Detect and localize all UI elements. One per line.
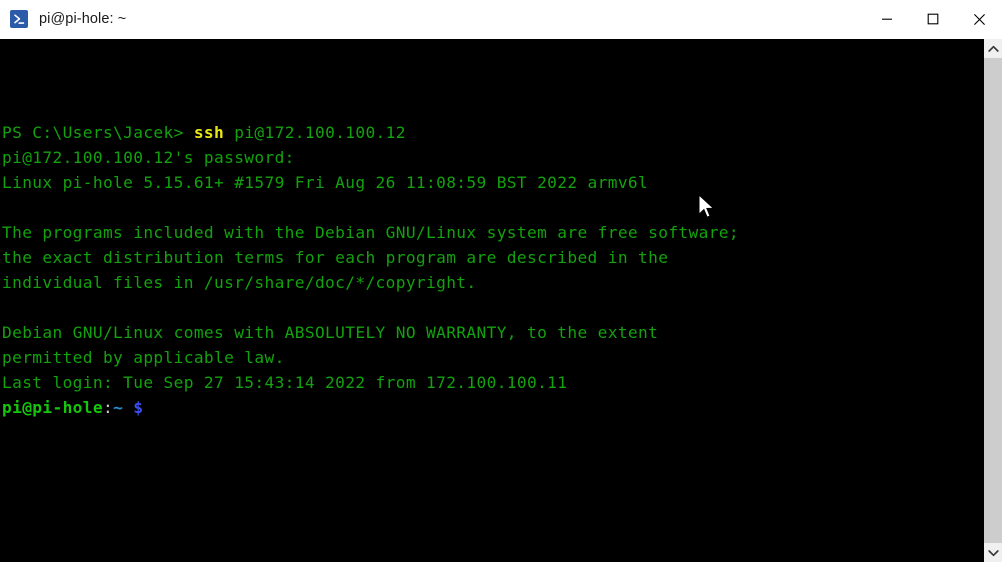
terminal-span: pi@172.100.100.12 [224, 123, 406, 142]
line-blank-2 [2, 295, 983, 320]
line-license-2: the exact distribution terms for each pr… [2, 245, 983, 270]
terminal-span: individual files in /usr/share/doc/*/cop… [2, 273, 477, 292]
terminal-span: ~ [113, 398, 124, 417]
maximize-button[interactable] [910, 0, 956, 39]
terminal-span: Debian GNU/Linux comes with ABSOLUTELY N… [2, 323, 659, 342]
terminal-span: : [102, 398, 114, 417]
title-bar[interactable]: pi@pi-hole: ~ [0, 0, 1002, 39]
terminal-span: The programs included with the Debian GN… [2, 223, 739, 242]
minimize-button[interactable] [864, 0, 910, 39]
terminal-span [143, 398, 153, 417]
terminal-span [123, 398, 133, 417]
line-kernel-banner: Linux pi-hole 5.15.61+ #1579 Fri Aug 26 … [2, 170, 983, 195]
terminal-span: $ [133, 398, 144, 417]
window-title: pi@pi-hole: ~ [39, 11, 127, 27]
line-license-3: individual files in /usr/share/doc/*/cop… [2, 270, 983, 295]
line-password-prompt: pi@172.100.100.12's password: [2, 145, 983, 170]
scrollbar-thumb[interactable] [984, 58, 1002, 543]
title-bar-left: pi@pi-hole: ~ [0, 10, 864, 28]
line-warranty-2: permitted by applicable law. [2, 345, 983, 370]
terminal-span: pi@172.100.100.12's password: [2, 148, 295, 167]
scroll-up-button[interactable] [984, 39, 1002, 58]
line-ssh-command: PS C:\Users\Jacek> ssh pi@172.100.100.12 [2, 120, 983, 145]
close-button[interactable] [956, 0, 1002, 39]
terminal-body: PS C:\Users\Jacek> ssh pi@172.100.100.12… [0, 39, 1002, 562]
vertical-scrollbar[interactable] [983, 39, 1002, 562]
scrollbar-track[interactable] [984, 58, 1002, 543]
window-controls [864, 0, 1002, 39]
terminal-span: the exact distribution terms for each pr… [2, 248, 669, 267]
terminal-window: pi@pi-hole: ~ PS C:\Users\Jacek> ssh pi@… [0, 0, 1002, 562]
scroll-down-button[interactable] [984, 543, 1002, 562]
terminal-span: pi@pi-hole [2, 398, 103, 417]
powershell-icon [10, 10, 28, 28]
terminal-span: ssh [193, 123, 225, 142]
terminal-span: PS C:\Users\Jacek> [2, 123, 194, 142]
terminal-span: Last login: Tue Sep 27 15:43:14 2022 fro… [2, 373, 568, 392]
line-last-login: Last login: Tue Sep 27 15:43:14 2022 fro… [2, 370, 983, 395]
terminal-span: permitted by applicable law. [2, 348, 285, 367]
line-warranty-1: Debian GNU/Linux comes with ABSOLUTELY N… [2, 320, 983, 345]
line-shell-prompt: pi@pi-hole:~ $ [2, 395, 983, 420]
line-blank-1 [2, 195, 983, 220]
line-license-1: The programs included with the Debian GN… [2, 220, 983, 245]
terminal-span: Linux pi-hole 5.15.61+ #1579 Fri Aug 26 … [2, 173, 649, 192]
terminal-output[interactable]: PS C:\Users\Jacek> ssh pi@172.100.100.12… [0, 39, 983, 562]
